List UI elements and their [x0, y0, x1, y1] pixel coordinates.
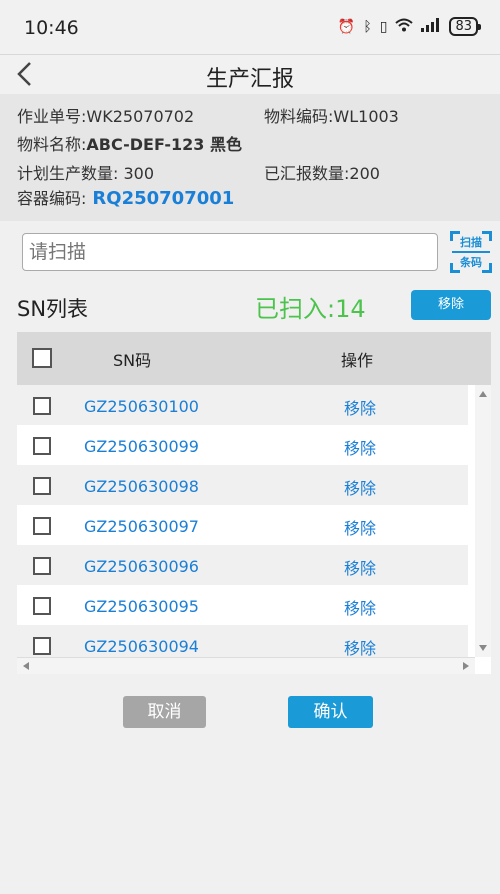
alarm-icon: ⏰ [337, 18, 356, 35]
bluetooth-icon: ᛒ [363, 18, 372, 35]
scan-button-label-1: 扫描 [460, 236, 482, 249]
scroll-left-icon[interactable] [23, 662, 29, 670]
order-info-panel: 作业单号:WK25070702 物料编码:WL1003 物料名称:ABC-DEF… [0, 94, 500, 221]
order-number: 作业单号:WK25070702 [17, 103, 194, 127]
row-checkbox[interactable] [33, 477, 51, 495]
table-row: GZ250630099 移除 [17, 425, 468, 465]
sn-table: SN码 操作 GZ250630100 移除 GZ250630099 移除 GZ2… [17, 332, 491, 674]
row-remove-link[interactable]: 移除 [344, 635, 376, 657]
row-checkbox[interactable] [33, 637, 51, 655]
plan-quantity-label: 计划生产数量: [17, 164, 119, 183]
select-all-checkbox[interactable] [32, 348, 52, 368]
order-number-value: WK25070702 [86, 107, 195, 126]
row-sn[interactable]: GZ250630100 [84, 397, 199, 416]
row-remove-link[interactable]: 移除 [344, 475, 376, 499]
table-row: GZ250630100 移除 [17, 385, 468, 425]
status-icons: ⏰ ᛒ ▯ 83 [337, 17, 481, 36]
scanned-count: 已扫入:14 [255, 295, 366, 323]
horizontal-scrollbar[interactable] [17, 657, 475, 674]
vibrate-icon: ▯ [379, 18, 388, 35]
reported-quantity-value: 200 [349, 164, 380, 183]
material-name-value: ABC-DEF-123 黑色 [86, 135, 242, 154]
confirm-button[interactable]: 确认 [288, 696, 373, 728]
row-remove-link[interactable]: 移除 [344, 595, 376, 619]
table-body: GZ250630100 移除 GZ250630099 移除 GZ25063009… [17, 385, 468, 657]
navbar: 生产汇报 [0, 54, 500, 94]
scroll-down-icon[interactable] [479, 645, 487, 651]
table-row: GZ250630098 移除 [17, 465, 468, 505]
material-code: 物料编码:WL1003 [264, 103, 399, 127]
row-sn[interactable]: GZ250630094 [84, 637, 199, 656]
table-row: GZ250630095 移除 [17, 585, 468, 625]
cancel-button[interactable]: 取消 [123, 696, 206, 728]
plan-quantity: 计划生产数量: 300 [17, 160, 154, 184]
page-title: 生产汇报 [205, 67, 294, 92]
column-header-sn: SN码 [113, 351, 152, 370]
status-bar: 10:46 ⏰ ᛒ ▯ 83 [0, 0, 500, 54]
signal-icon [421, 17, 441, 36]
scan-line-icon [452, 251, 490, 253]
scan-button-label-2: 条码 [460, 256, 482, 269]
material-code-value: WL1003 [333, 107, 399, 126]
scan-barcode-button[interactable]: 扫描 条码 [450, 231, 492, 273]
material-name-label: 物料名称: [17, 135, 87, 154]
battery-icon: 83 [449, 17, 481, 36]
container-code: 容器编码: RQ250707001 [17, 185, 234, 209]
wifi-icon [395, 18, 414, 36]
row-remove-link[interactable]: 移除 [344, 435, 376, 459]
reported-quantity-label: 已汇报数量: [264, 164, 350, 183]
row-sn[interactable]: GZ250630096 [84, 557, 199, 576]
row-sn[interactable]: GZ250630099 [84, 437, 199, 456]
row-remove-link[interactable]: 移除 [344, 555, 376, 579]
scan-input[interactable] [22, 233, 438, 271]
row-sn[interactable]: GZ250630097 [84, 517, 199, 536]
container-code-value: RQ250707001 [92, 188, 235, 209]
scroll-up-icon[interactable] [479, 391, 487, 397]
row-remove-link[interactable]: 移除 [344, 395, 376, 419]
row-sn[interactable]: GZ250630095 [84, 597, 199, 616]
table-row: GZ250630094 移除 [17, 625, 468, 657]
row-remove-link[interactable]: 移除 [344, 515, 376, 539]
row-checkbox[interactable] [33, 397, 51, 415]
row-checkbox[interactable] [33, 557, 51, 575]
table-row: GZ250630097 移除 [17, 505, 468, 545]
reported-quantity: 已汇报数量:200 [264, 160, 380, 184]
material-name: 物料名称:ABC-DEF-123 黑色 [17, 131, 242, 155]
table-row: GZ250630096 移除 [17, 545, 468, 585]
remove-selected-button[interactable]: 移除 [411, 290, 491, 320]
plan-quantity-value: 300 [123, 164, 155, 183]
row-checkbox[interactable] [33, 517, 51, 535]
table-header: SN码 操作 [17, 332, 491, 385]
column-header-action: 操作 [341, 351, 374, 370]
vertical-scrollbar[interactable] [475, 385, 491, 657]
row-sn[interactable]: GZ250630098 [84, 477, 199, 496]
row-checkbox[interactable] [33, 597, 51, 615]
order-number-label: 作业单号: [17, 107, 87, 126]
scroll-right-icon[interactable] [463, 662, 469, 670]
container-code-label: 容器编码: [17, 189, 87, 208]
sn-list-title: SN列表 [17, 297, 89, 321]
material-code-label: 物料编码: [264, 107, 334, 126]
row-checkbox[interactable] [33, 437, 51, 455]
status-time: 10:46 [24, 17, 79, 39]
